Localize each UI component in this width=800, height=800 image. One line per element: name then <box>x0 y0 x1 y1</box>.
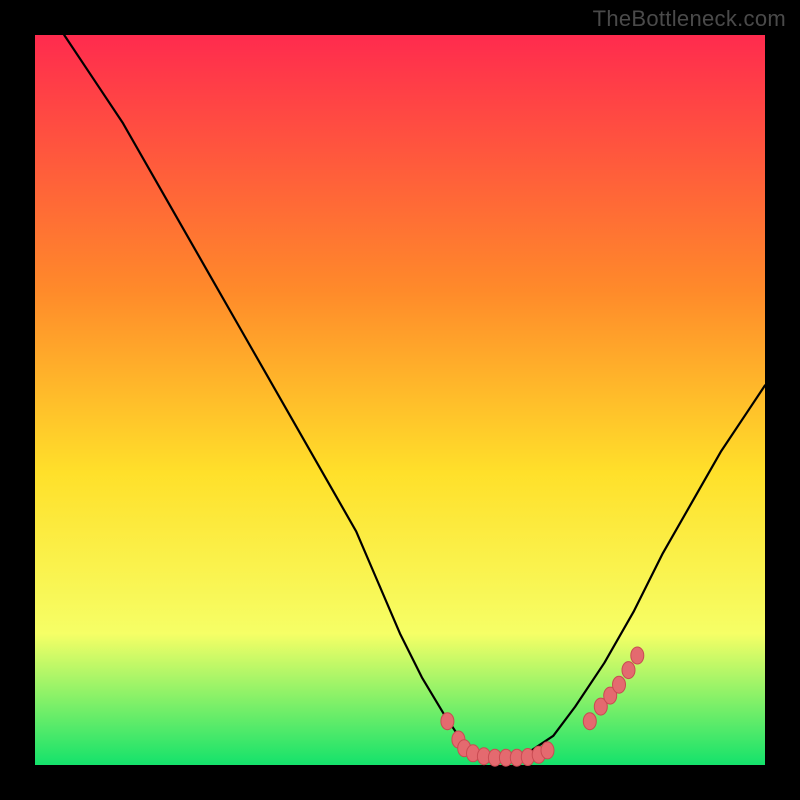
curve-marker <box>441 713 454 730</box>
plot-background <box>35 35 765 765</box>
curve-marker <box>613 676 626 693</box>
curve-marker <box>583 713 596 730</box>
curve-marker <box>631 647 644 664</box>
bottleneck-chart <box>0 0 800 800</box>
watermark-text: TheBottleneck.com <box>593 6 786 32</box>
curve-marker <box>541 742 554 759</box>
curve-marker <box>622 662 635 679</box>
chart-container: { "watermark": "TheBottleneck.com", "col… <box>0 0 800 800</box>
